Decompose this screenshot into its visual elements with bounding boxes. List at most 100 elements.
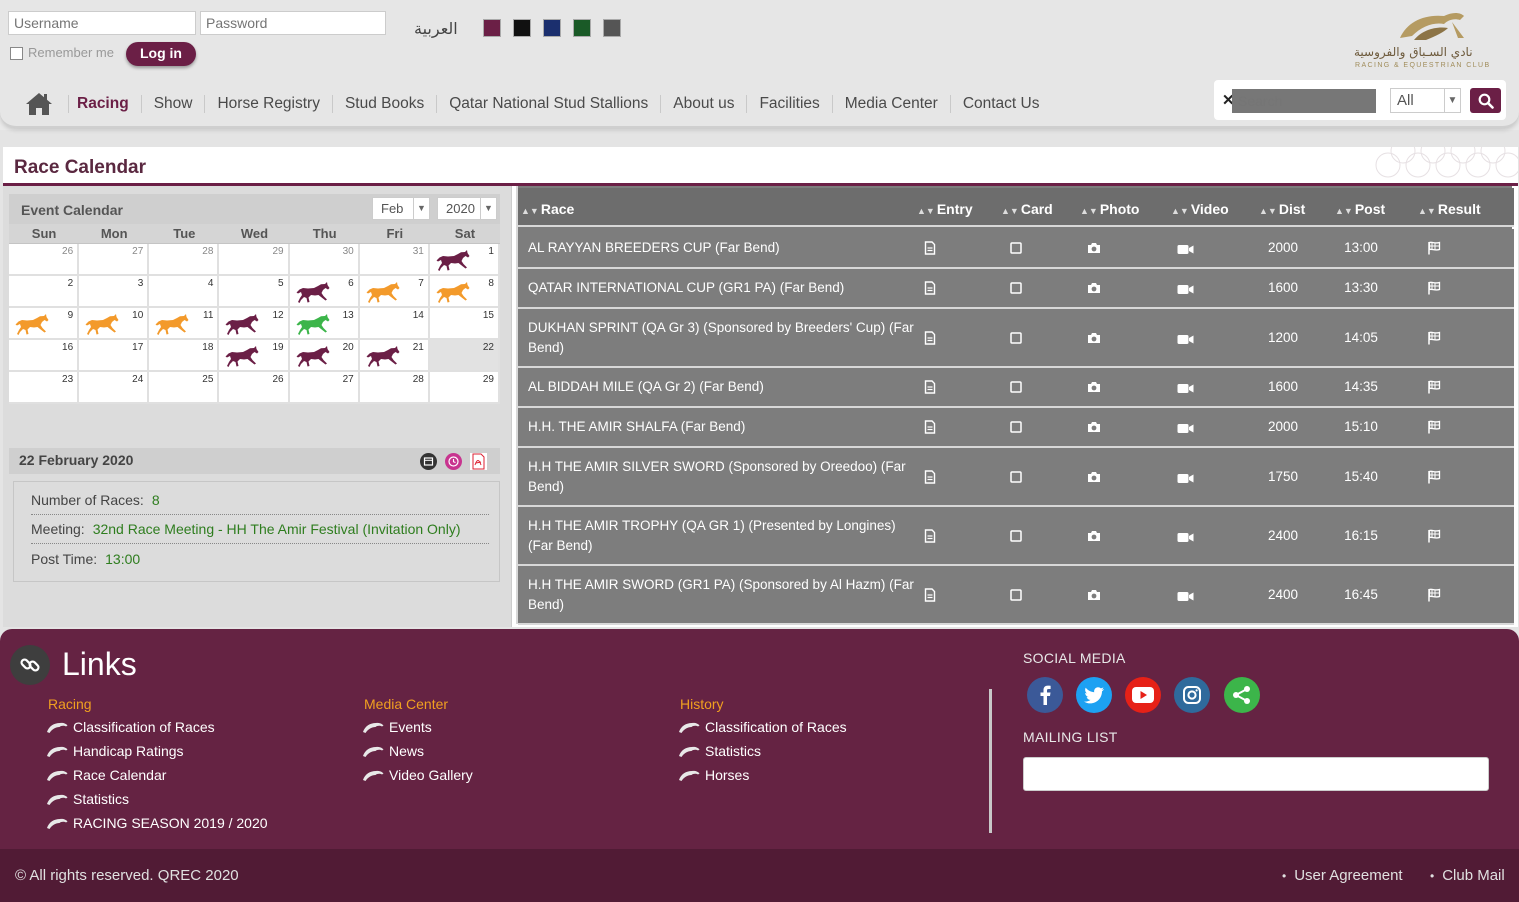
result-flag-icon[interactable] (1427, 588, 1441, 605)
footer-link[interactable]: Statistics (678, 743, 761, 759)
footer-link[interactable]: Horses (678, 767, 749, 783)
instagram-icon[interactable] (1174, 677, 1210, 713)
race-name[interactable]: H.H. THE AMIR SHALFA (Far Bend) (528, 417, 918, 437)
share-icon[interactable] (1224, 677, 1260, 713)
video-icon[interactable] (1177, 382, 1194, 397)
camera-icon[interactable] (1087, 421, 1101, 436)
theme-swatch-green[interactable] (573, 19, 591, 37)
card-icon[interactable] (1010, 530, 1022, 545)
calendar-day[interactable]: 3 (79, 276, 150, 308)
race-row[interactable]: H.H THE AMIR SILVER SWORD (Sponsored by … (518, 448, 1514, 507)
calendar-day[interactable]: 31 (359, 244, 430, 276)
calendar-day[interactable]: 11 (149, 308, 220, 340)
col-entry-header[interactable]: ▲▼ Entry (917, 201, 973, 217)
card-icon[interactable] (1010, 381, 1022, 396)
entry-icon[interactable] (924, 529, 936, 546)
camera-icon[interactable] (1087, 589, 1101, 604)
race-name[interactable]: AL RAYYAN BREEDERS CUP (Far Bend) (528, 238, 918, 258)
card-icon[interactable] (1010, 471, 1022, 486)
result-flag-icon[interactable] (1427, 529, 1441, 546)
camera-icon[interactable] (1087, 471, 1101, 486)
calendar-day[interactable]: 15 (429, 308, 500, 340)
calendar-day[interactable]: 2 (9, 276, 80, 308)
remember-me-checkbox[interactable] (10, 47, 23, 60)
result-flag-icon[interactable] (1427, 380, 1441, 397)
col-video-header[interactable]: ▲▼ Video (1171, 201, 1229, 217)
calendar-day[interactable]: 29 (429, 372, 500, 404)
calendar-day-selected[interactable]: 22 (429, 340, 500, 372)
entry-icon[interactable] (924, 281, 936, 298)
theme-swatch-navy[interactable] (543, 19, 561, 37)
race-name[interactable]: DUKHAN SPRINT (QA Gr 3) (Sponsored by Br… (528, 318, 918, 358)
result-flag-icon[interactable] (1427, 281, 1441, 298)
video-icon[interactable] (1177, 590, 1194, 605)
card-icon[interactable] (1010, 282, 1022, 297)
result-flag-icon[interactable] (1427, 331, 1441, 348)
result-flag-icon[interactable] (1427, 241, 1441, 258)
calendar-day[interactable]: 24 (79, 372, 150, 404)
entry-icon[interactable] (924, 241, 936, 258)
race-name[interactable]: H.H THE AMIR SILVER SWORD (Sponsored by … (528, 457, 918, 497)
footer-link[interactable]: Handicap Ratings (46, 743, 184, 759)
race-name[interactable]: H.H THE AMIR TROPHY (QA GR 1) (Presented… (528, 516, 918, 556)
calendar-day[interactable]: 27 (289, 372, 360, 404)
race-row[interactable]: QATAR INTERNATIONAL CUP (GR1 PA) (Far Be… (518, 269, 1514, 309)
race-row[interactable]: AL BIDDAH MILE (QA Gr 2) (Far Bend) 1600 1… (518, 368, 1514, 408)
username-input[interactable] (8, 11, 196, 35)
pdf-icon[interactable] (470, 453, 487, 470)
calendar-day[interactable]: 16 (9, 340, 80, 372)
youtube-icon[interactable] (1125, 677, 1161, 713)
theme-swatch-black[interactable] (513, 19, 531, 37)
search-scope-select[interactable]: All ▼ (1390, 88, 1461, 113)
col-result-header[interactable]: ▲▼ Result (1418, 201, 1481, 217)
camera-icon[interactable] (1087, 381, 1101, 396)
card-icon[interactable] (1010, 242, 1022, 257)
result-flag-icon[interactable] (1427, 470, 1441, 487)
nav-item-media-center[interactable]: Media Center (831, 95, 950, 113)
camera-icon[interactable] (1087, 332, 1101, 347)
calendar-day[interactable]: 13 (289, 308, 360, 340)
race-row[interactable]: H.H. THE AMIR SHALFA (Far Bend) 2000 15:10 (518, 408, 1514, 448)
calendar-day[interactable]: 5 (219, 276, 290, 308)
calendar-day[interactable]: 30 (289, 244, 360, 276)
calendar-day[interactable]: 26 (219, 372, 290, 404)
video-icon[interactable] (1177, 333, 1194, 348)
nav-item-about-us[interactable]: About us (660, 95, 746, 113)
language-switch-link[interactable]: العربية (414, 19, 458, 38)
footer-link[interactable]: Race Calendar (46, 767, 166, 783)
footer-link[interactable]: News (362, 743, 424, 759)
login-button[interactable]: Log in (126, 42, 196, 66)
card-icon[interactable] (1010, 332, 1022, 347)
calendar-day[interactable]: 6 (289, 276, 360, 308)
clock-icon[interactable] (445, 453, 462, 470)
calendar-day[interactable]: 27 (79, 244, 150, 276)
calendar-day[interactable]: 21 (359, 340, 430, 372)
entry-icon[interactable] (924, 331, 936, 348)
col-post-header[interactable]: ▲▼ Post (1335, 201, 1385, 217)
calendar-day[interactable]: 12 (219, 308, 290, 340)
calendar-day[interactable]: 1 (429, 244, 500, 276)
month-select[interactable]: Feb ▼ (372, 197, 430, 220)
nav-item-qatar-national-stud-stallions[interactable]: Qatar National Stud Stallions (436, 95, 660, 113)
race-row[interactable]: DUKHAN SPRINT (QA Gr 3) (Sponsored by Br… (518, 309, 1514, 368)
video-icon[interactable] (1177, 472, 1194, 487)
footer-link[interactable]: Classification of Races (678, 719, 847, 735)
calendar-day[interactable]: 10 (79, 308, 150, 340)
race-row[interactable]: H.H THE AMIR TROPHY (QA GR 1) (Presented… (518, 507, 1514, 566)
nav-item-show[interactable]: Show (140, 95, 205, 113)
camera-icon[interactable] (1087, 530, 1101, 545)
race-name[interactable]: H.H THE AMIR SWORD (GR1 PA) (Sponsored b… (528, 575, 918, 615)
video-icon[interactable] (1177, 422, 1194, 437)
theme-swatch-maroon[interactable] (483, 19, 501, 37)
entry-icon[interactable] (924, 470, 936, 487)
footer-link[interactable]: Events (362, 719, 432, 735)
twitter-icon[interactable] (1076, 677, 1112, 713)
home-icon[interactable] (22, 91, 56, 117)
club-mail-link[interactable]: Club Mail (1430, 867, 1505, 884)
result-flag-icon[interactable] (1427, 420, 1441, 437)
year-select[interactable]: 2020 ▼ (437, 197, 497, 220)
search-button[interactable] (1470, 88, 1501, 113)
nav-item-horse-registry[interactable]: Horse Registry (204, 95, 332, 113)
card-icon[interactable] (1010, 421, 1022, 436)
card-icon[interactable] (1010, 589, 1022, 604)
